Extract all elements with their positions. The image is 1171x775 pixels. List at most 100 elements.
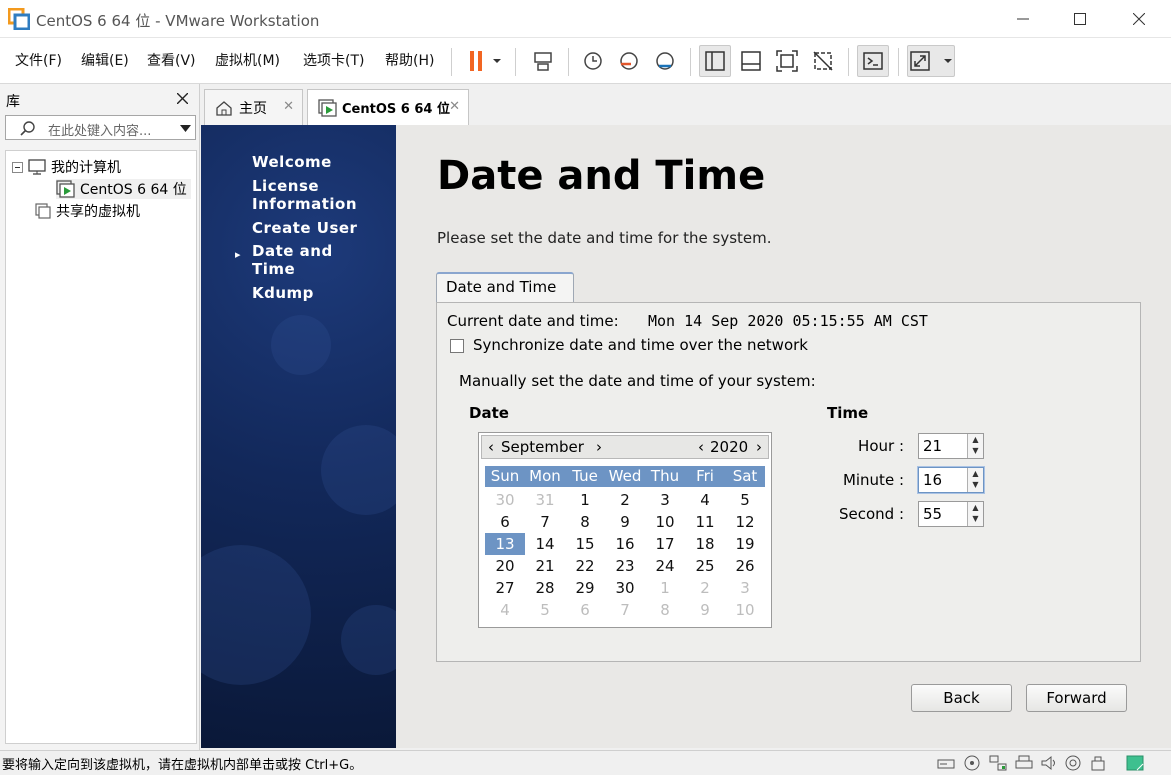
calendar-day[interactable]: 21 [525,555,565,577]
calendar-day[interactable]: 9 [685,599,725,621]
calendar-day[interactable]: 24 [645,555,685,577]
menu-tabs[interactable]: 选项卡(T) [303,50,364,70]
calendar-day[interactable]: 16 [605,533,645,555]
calendar-day[interactable]: 31 [525,489,565,511]
calendar-day[interactable]: 28 [525,577,565,599]
calendar-day[interactable]: 4 [485,599,525,621]
snapshot-manager-button[interactable] [649,45,681,77]
next-year-button[interactable]: › [756,438,762,456]
calendar-day[interactable]: 12 [725,511,765,533]
spin-arrows-icon[interactable]: ▲ ▼ [967,502,983,526]
pause-button[interactable] [459,45,505,77]
tab-close-icon[interactable]: ✕ [283,99,294,114]
calendar-day[interactable]: 5 [525,599,565,621]
second-spinbox[interactable]: 55 ▲ ▼ [918,501,984,527]
hard-disk-icon[interactable] [937,755,955,771]
calendar-day[interactable]: 7 [525,511,565,533]
menu-vm[interactable]: 虚拟机(M) [215,50,280,70]
thumbnail-bar-button[interactable] [735,45,767,77]
forward-button[interactable]: Forward [1026,684,1127,712]
library-search-input[interactable]: 在此处键入内容... [5,115,196,140]
next-month-button[interactable]: › [596,438,602,456]
calendar-day[interactable]: 22 [565,555,605,577]
library-close-button[interactable] [176,89,189,108]
calendar-day[interactable]: 2 [685,577,725,599]
calendar-day[interactable]: 5 [725,489,765,511]
calendar-day[interactable]: 3 [725,577,765,599]
message-log-icon[interactable] [1126,755,1144,771]
library-tree: 我的计算机 CentOS 6 64 位 共享的虚拟机 [5,150,197,744]
calendar-day[interactable]: 6 [485,511,525,533]
tree-item-centos[interactable]: CentOS 6 64 位 [56,179,191,199]
calendar-day[interactable]: 19 [725,533,765,555]
calendar-day[interactable]: 30 [485,489,525,511]
calendar-day[interactable]: 14 [525,533,565,555]
spin-arrows-icon[interactable]: ▲ ▼ [967,434,983,458]
calendar-day[interactable]: 25 [685,555,725,577]
calendar-day[interactable]: 30 [605,577,645,599]
prev-month-button[interactable]: ‹ [488,438,494,456]
minute-spinbox[interactable]: 16 ▲ ▼ [918,467,984,493]
tab-label: 主页 [239,100,267,117]
calendar-day[interactable]: 15 [565,533,605,555]
vm-display[interactable]: Welcome License Information Create User … [201,125,1171,748]
calendar-day[interactable]: 27 [485,577,525,599]
calendar-day[interactable]: 4 [685,489,725,511]
calendar-day[interactable]: 8 [645,599,685,621]
calendar-day[interactable]: 1 [565,489,605,511]
collapse-icon[interactable] [12,161,23,173]
usb-drive-icon[interactable] [1089,755,1107,771]
console-view-button[interactable] [857,45,889,77]
send-ctrl-alt-del-button[interactable] [527,45,559,77]
calendar-day[interactable]: 29 [565,577,605,599]
calendar-day[interactable]: 1 [645,577,685,599]
sound-icon[interactable] [1040,755,1058,771]
calendar-day[interactable]: 20 [485,555,525,577]
minimize-button[interactable] [1001,4,1045,34]
calendar-day[interactable]: 11 [685,511,725,533]
calendar-day[interactable]: 18 [685,533,725,555]
snapshot-button[interactable] [577,45,609,77]
menu-file[interactable]: 文件(F) [15,50,62,70]
hour-spinbox[interactable]: 21 ▲ ▼ [918,433,984,459]
menu-help[interactable]: 帮助(H) [385,50,434,70]
unity-button[interactable] [807,45,839,77]
tab-centos[interactable]: CentOS 6 64 位 ✕ [307,89,469,125]
sync-network-label[interactable]: Synchronize date and time over the netwo… [473,336,808,354]
spin-arrows-icon[interactable]: ▲ ▼ [967,468,983,492]
printer-icon[interactable] [1015,755,1033,771]
webcam-icon[interactable] [1064,755,1082,771]
close-window-button[interactable] [1117,4,1161,34]
calendar-day[interactable]: 23 [605,555,645,577]
tree-item-shared-vms[interactable]: 共享的虚拟机 [34,201,140,221]
calendar-day[interactable]: 10 [645,511,685,533]
tab-home[interactable]: 主页 ✕ [204,89,303,125]
revert-snapshot-button[interactable] [613,45,645,77]
tree-item-my-computer[interactable]: 我的计算机 [12,157,121,177]
calendar-day[interactable]: 13 [485,533,525,555]
back-button[interactable]: Back [911,684,1012,712]
tab-date-and-time[interactable]: Date and Time [436,272,574,302]
menu-edit[interactable]: 编辑(E) [81,50,129,70]
calendar-day[interactable]: 26 [725,555,765,577]
calendar-day[interactable]: 9 [605,511,645,533]
calendar-day[interactable]: 3 [645,489,685,511]
prev-year-button[interactable]: ‹ [698,438,704,456]
chevron-down-icon[interactable] [180,125,191,132]
menu-view[interactable]: 查看(V) [147,50,196,70]
calendar-day[interactable]: 8 [565,511,605,533]
maximize-button[interactable] [1058,4,1102,34]
vm-running-icon [318,98,337,117]
full-screen-button[interactable] [771,45,803,77]
network-icon[interactable] [989,755,1007,771]
sync-network-checkbox[interactable] [450,339,464,353]
show-library-button[interactable] [699,45,731,77]
calendar-day[interactable]: 2 [605,489,645,511]
stretch-guest-button[interactable] [907,45,955,77]
tab-close-icon[interactable]: ✕ [449,99,460,114]
cd-dvd-icon[interactable] [963,755,981,771]
calendar-day[interactable]: 6 [565,599,605,621]
calendar-day[interactable]: 7 [605,599,645,621]
calendar-day[interactable]: 10 [725,599,765,621]
calendar-day[interactable]: 17 [645,533,685,555]
